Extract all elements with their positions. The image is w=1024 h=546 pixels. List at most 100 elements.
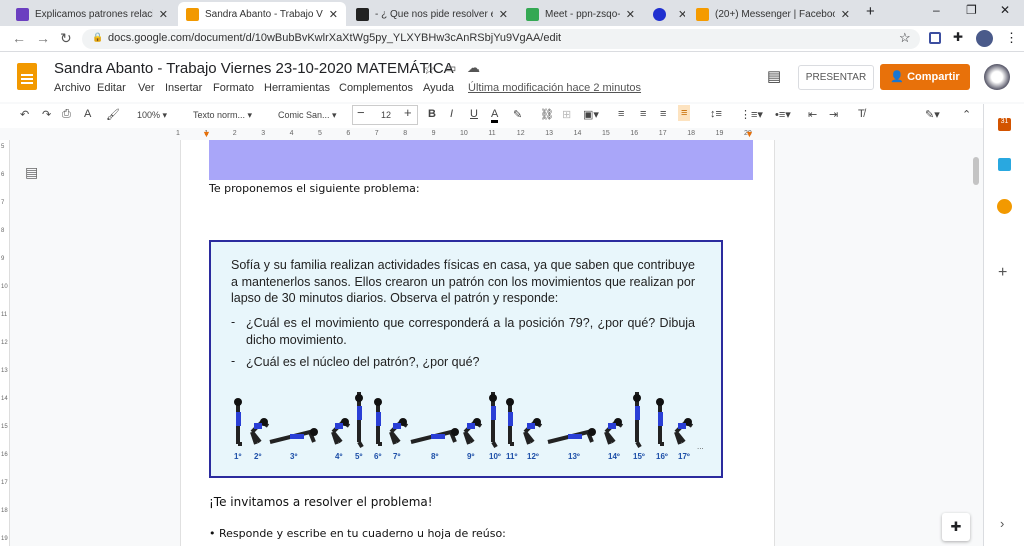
numbered-list-icon[interactable]: ⋮≡▾ xyxy=(740,108,763,121)
position-label: 7º xyxy=(393,452,401,461)
bulleted-list-icon[interactable]: •≡▾ xyxy=(775,108,791,121)
spellcheck-icon[interactable]: A xyxy=(84,108,91,120)
tab-favicon-icon xyxy=(696,7,709,21)
ruler-tick: 13 xyxy=(1,368,8,374)
menu-item[interactable]: Complementos xyxy=(339,82,413,94)
tab-title: (20+) Messenger | Facebook xyxy=(715,8,835,20)
minimize-button[interactable]: – xyxy=(933,3,940,17)
position-label: 16º xyxy=(656,452,668,461)
account-avatar[interactable] xyxy=(984,64,1010,90)
increase-font-size-button[interactable]: + xyxy=(404,105,412,120)
new-tab-button[interactable]: + xyxy=(866,3,875,20)
browser-tab[interactable]: Sandra Abanto - Trabajo Viern ✕ xyxy=(178,2,346,26)
reload-icon[interactable]: ↻ xyxy=(60,30,72,47)
add-addon-icon[interactable]: + xyxy=(998,264,1007,282)
tab-close-icon[interactable]: ✕ xyxy=(159,8,168,21)
position-label: 10º xyxy=(489,452,501,461)
star-icon[interactable]: ☆ xyxy=(423,61,436,78)
docs-logo-icon[interactable] xyxy=(17,63,37,90)
zoom-select[interactable]: 100% ▾ xyxy=(137,110,167,121)
highlight-icon[interactable]: ✎ xyxy=(513,108,522,121)
collapse-icon[interactable]: ⌃ xyxy=(962,108,971,121)
bookmark-star-icon[interactable]: ☆ xyxy=(899,30,911,46)
puzzle-icon[interactable]: ✚ xyxy=(953,30,963,44)
scrollbar-thumb[interactable] xyxy=(973,157,979,185)
undo-icon[interactable]: ↶ xyxy=(20,108,29,121)
document-title[interactable]: Sandra Abanto - Trabajo Viernes 23-10-20… xyxy=(54,60,454,77)
font-size-input[interactable]: 12 xyxy=(381,110,391,120)
comments-icon[interactable]: ▤ xyxy=(767,67,781,85)
url-input[interactable]: 🔒 docs.google.com/document/d/10wBubBvKwlr… xyxy=(82,29,920,49)
italic-icon[interactable]: I xyxy=(450,108,453,120)
align-right-icon[interactable]: ≡ xyxy=(660,108,666,120)
figure-squat xyxy=(674,418,694,445)
text-color-icon[interactable]: A xyxy=(491,108,499,123)
ruler-tick: 19 xyxy=(1,536,8,542)
menu-item[interactable]: Formato xyxy=(213,82,254,94)
question-2: ¿Cuál es el núcleo del patrón?, ¿por qué… xyxy=(246,355,480,369)
left-indent-marker[interactable]: ▼ xyxy=(202,129,211,139)
decrease-font-size-button[interactable]: − xyxy=(357,105,365,120)
share-button[interactable]: 👤 Compartir xyxy=(880,64,970,90)
position-label: 2º xyxy=(254,452,262,461)
tab-close-icon[interactable]: ✕ xyxy=(329,8,338,21)
menu-item[interactable]: Insertar xyxy=(165,82,202,94)
forward-icon[interactable]: → xyxy=(36,30,50,46)
clear-formatting-icon[interactable]: T̸ xyxy=(858,108,865,120)
move-folder-icon[interactable]: ▭ xyxy=(445,61,456,75)
tab-close-icon[interactable]: ✕ xyxy=(626,8,635,21)
outline-icon[interactable]: ▤ xyxy=(25,164,38,181)
extension-icon[interactable] xyxy=(929,32,941,44)
paint-format-icon[interactable]: 🖌 xyxy=(106,108,120,121)
tab-close-icon[interactable]: ✕ xyxy=(499,8,508,21)
menu-item[interactable]: Ayuda xyxy=(423,82,454,94)
justify-icon[interactable]: ≡ xyxy=(678,105,691,121)
image-icon[interactable]: ▣▾ xyxy=(583,108,599,121)
menu-item[interactable]: Ver xyxy=(138,82,155,94)
browser-tab[interactable]: Explicamos patrones relaciona ✕ xyxy=(8,2,176,26)
position-label: 6º xyxy=(374,452,382,461)
calendar-icon[interactable]: 31 xyxy=(998,118,1011,131)
redo-icon[interactable]: ↷ xyxy=(42,108,51,121)
browser-tab[interactable]: (20+) Messenger | Facebook ✕ xyxy=(688,2,858,26)
bullet-text: • Responde y escribe en tu cuaderno u ho… xyxy=(209,527,506,540)
browser-tab[interactable]: - ¿ Que nos pide resolver el pr ✕ xyxy=(348,2,516,26)
comment-icon[interactable]: ⊞ xyxy=(562,108,571,121)
align-center-icon[interactable]: ≡ xyxy=(640,108,646,120)
tab-close-icon[interactable]: ✕ xyxy=(841,8,850,21)
line-spacing-icon[interactable]: ↕≡ xyxy=(710,108,722,120)
expand-panel-icon[interactable]: › xyxy=(1000,516,1004,531)
menu-item[interactable]: Herramientas xyxy=(264,82,330,94)
browser-tab[interactable]: Meet - ppn-zsqo-zsj ✕ xyxy=(518,2,643,26)
last-edit-link[interactable]: Última modificación hace 2 minutos xyxy=(468,82,641,94)
bold-icon[interactable]: B xyxy=(428,108,436,120)
maximize-button[interactable]: ❐ xyxy=(966,3,977,17)
menu-icon[interactable]: ⋮ xyxy=(1005,30,1018,46)
close-window-button[interactable]: ✕ xyxy=(1000,3,1010,17)
decrease-indent-icon[interactable]: ⇤ xyxy=(808,108,817,121)
ruler-tick: 2 xyxy=(232,130,237,137)
present-button[interactable]: PRESENTAR xyxy=(798,65,874,90)
underline-icon[interactable]: U xyxy=(470,108,478,120)
tab-close-icon[interactable]: ✕ xyxy=(678,8,685,21)
increase-indent-icon[interactable]: ⇥ xyxy=(829,108,838,121)
link-icon[interactable]: ⛓ xyxy=(540,108,554,121)
profile-avatar[interactable] xyxy=(976,30,993,47)
print-icon[interactable]: ⎙ xyxy=(62,108,71,121)
browser-tab[interactable]: ✕ xyxy=(645,2,685,26)
figure-plank xyxy=(269,428,318,444)
ruler-tick: 12 xyxy=(1,340,8,346)
menu-item[interactable]: Archivo xyxy=(54,82,91,94)
keep-icon[interactable] xyxy=(998,158,1011,171)
intro-text: Te proponemos el siguiente problema: xyxy=(209,182,420,195)
align-left-icon[interactable]: ≡ xyxy=(618,108,624,120)
explore-button[interactable]: ✚ xyxy=(942,513,970,541)
style-select[interactable]: Texto norm... ▾ xyxy=(193,110,252,121)
tasks-icon[interactable] xyxy=(997,199,1012,214)
editing-mode-icon[interactable]: ✎▾ xyxy=(925,108,940,121)
back-icon[interactable]: ← xyxy=(12,30,26,46)
font-select[interactable]: Comic San... ▾ xyxy=(278,110,337,121)
figure-stand xyxy=(656,398,664,446)
menu-item[interactable]: Editar xyxy=(97,82,126,94)
right-indent-marker[interactable]: ▼ xyxy=(745,129,754,139)
